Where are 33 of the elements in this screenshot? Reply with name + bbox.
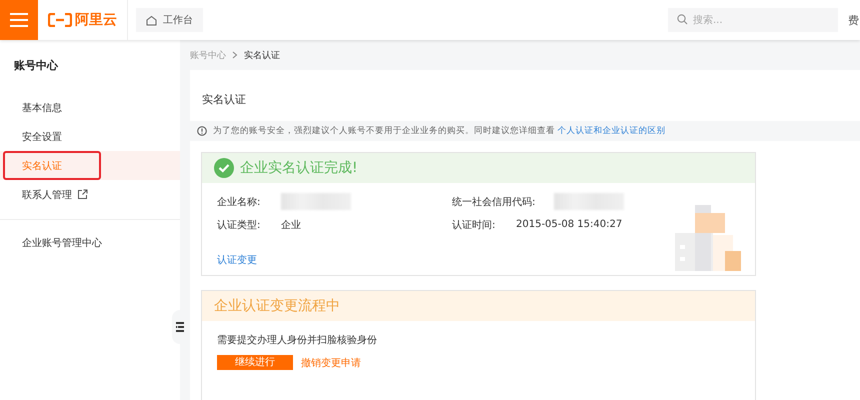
card-title: 企业认证变更流程中	[214, 297, 340, 315]
sidebar-item[interactable]: 基本信息	[0, 93, 180, 122]
search-icon	[677, 14, 688, 25]
chevron-icon	[232, 51, 238, 59]
logo-icon	[48, 13, 72, 27]
field-value: 企业	[281, 218, 301, 232]
sidebar-item[interactable]: 联系人管理	[0, 180, 180, 209]
check-circle-icon	[214, 158, 234, 178]
notice-link[interactable]: 个人认证和企业认证的区别	[558, 126, 666, 136]
change-link[interactable]: 认证变更	[217, 253, 257, 267]
collapse-icon	[176, 322, 184, 332]
building-drawing	[675, 205, 743, 271]
field-label: 企业名称:	[217, 196, 262, 208]
workbench-button[interactable]: 工作台	[136, 8, 203, 32]
menu-icon	[10, 13, 28, 27]
page-title: 实名认证	[201, 92, 247, 108]
field-value: 2015-05-08 15:40:27	[516, 219, 622, 230]
sidebar-item[interactable]: 企业账号管理中心	[0, 228, 180, 257]
breadcrumb-current: 实名认证	[244, 50, 280, 62]
home-icon	[146, 14, 157, 26]
header-link[interactable]: 费	[848, 12, 859, 28]
sidebar-title: 账号中心	[13, 58, 59, 74]
logo-text: 阿里云	[75, 11, 117, 29]
search-field[interactable]: 搜索...	[668, 8, 838, 32]
sidebar-item[interactable]: 安全设置	[0, 122, 180, 151]
info-icon	[197, 126, 207, 136]
process-text: 需要提交办理人身份并扫脸核验身份	[217, 334, 378, 348]
field-label: 认证类型:	[217, 218, 262, 232]
field-label: 统一社会信用代码:	[452, 196, 536, 208]
menu-button[interactable]	[0, 0, 38, 40]
notice-text: 为了您的账号安全，强烈建议个人账号不要用于企业业务的购买。同时建议您详细查看 个人认证和企业认证的区别	[213, 125, 666, 137]
field-label: 认证时间:	[452, 218, 496, 232]
card-title: 企业实名认证完成!	[240, 159, 358, 177]
